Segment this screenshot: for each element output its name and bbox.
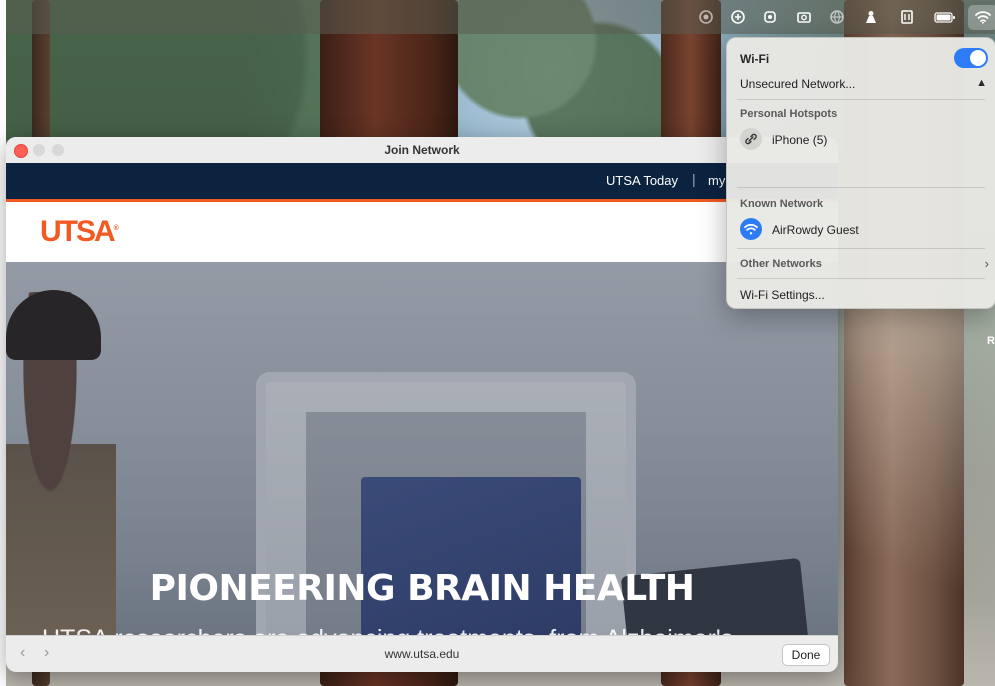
divider xyxy=(737,187,985,188)
done-button[interactable]: Done xyxy=(782,644,830,666)
wifi-icon xyxy=(740,218,762,240)
hero-overlay xyxy=(6,262,838,672)
desktop-edge-text: R xyxy=(987,335,995,347)
airrowdy-guest-item[interactable]: AirRowdy Guest xyxy=(772,223,859,237)
wifi-toggle[interactable] xyxy=(954,48,988,68)
divider xyxy=(737,99,985,100)
unsecured-network-item[interactable]: Unsecured Network... xyxy=(740,77,983,91)
site-header: UTSA® xyxy=(6,202,838,262)
menu-bar xyxy=(6,0,995,34)
personal-hotspots-label: Personal Hotspots xyxy=(740,108,838,120)
screenshot-icon[interactable] xyxy=(796,9,812,25)
nav-separator: | xyxy=(692,171,696,187)
utsa-logo[interactable]: UTSA® xyxy=(40,215,119,249)
user-icon[interactable] xyxy=(863,9,879,25)
wifi-title: Wi-Fi xyxy=(740,52,770,66)
window-title: Join Network xyxy=(384,143,460,157)
divider xyxy=(737,248,985,249)
focus-icon[interactable] xyxy=(698,9,714,25)
wallpaper-sunray xyxy=(835,280,995,686)
window-titlebar[interactable]: Join Network xyxy=(6,137,838,164)
other-networks-item[interactable]: Other Networks xyxy=(740,258,983,270)
my-utsa-link[interactable]: my xyxy=(708,173,725,188)
hotspot-iphone-item[interactable]: iPhone (5) xyxy=(772,133,827,147)
hero-banner[interactable]: PIONEERING BRAIN HEALTH UTSA researchers… xyxy=(6,262,838,672)
battery-icon[interactable] xyxy=(934,9,956,25)
known-network-label: Known Network xyxy=(740,198,824,210)
wifi-icon xyxy=(975,11,991,24)
divider xyxy=(737,278,985,279)
vpn-icon[interactable] xyxy=(762,9,778,25)
hotspot-link-icon xyxy=(740,128,762,150)
url-label: www.utsa.edu xyxy=(384,647,460,661)
globe-icon[interactable] xyxy=(829,9,845,25)
window-bottom-bar: ‹ › www.utsa.edu Done xyxy=(6,635,838,672)
wifi-menu-button[interactable] xyxy=(968,5,995,30)
utsa-today-link[interactable]: UTSA Today xyxy=(606,173,678,188)
site-top-nav: UTSA Today | my xyxy=(6,163,838,199)
siri-icon[interactable] xyxy=(730,9,746,25)
chevron-right-icon[interactable]: › xyxy=(985,256,989,271)
join-network-window: Join Network UTSA Today | my UTSA® PIONE… xyxy=(6,137,838,672)
wifi-menu-panel: Wi-Fi Unsecured Network... ▲ Personal Ho… xyxy=(726,37,995,309)
warning-icon: ▲ xyxy=(976,77,987,89)
wifi-settings-item[interactable]: Wi-Fi Settings... xyxy=(740,288,983,302)
hero-headline: PIONEERING BRAIN HEALTH xyxy=(149,568,695,609)
bluetooth-icon[interactable] xyxy=(899,9,915,25)
